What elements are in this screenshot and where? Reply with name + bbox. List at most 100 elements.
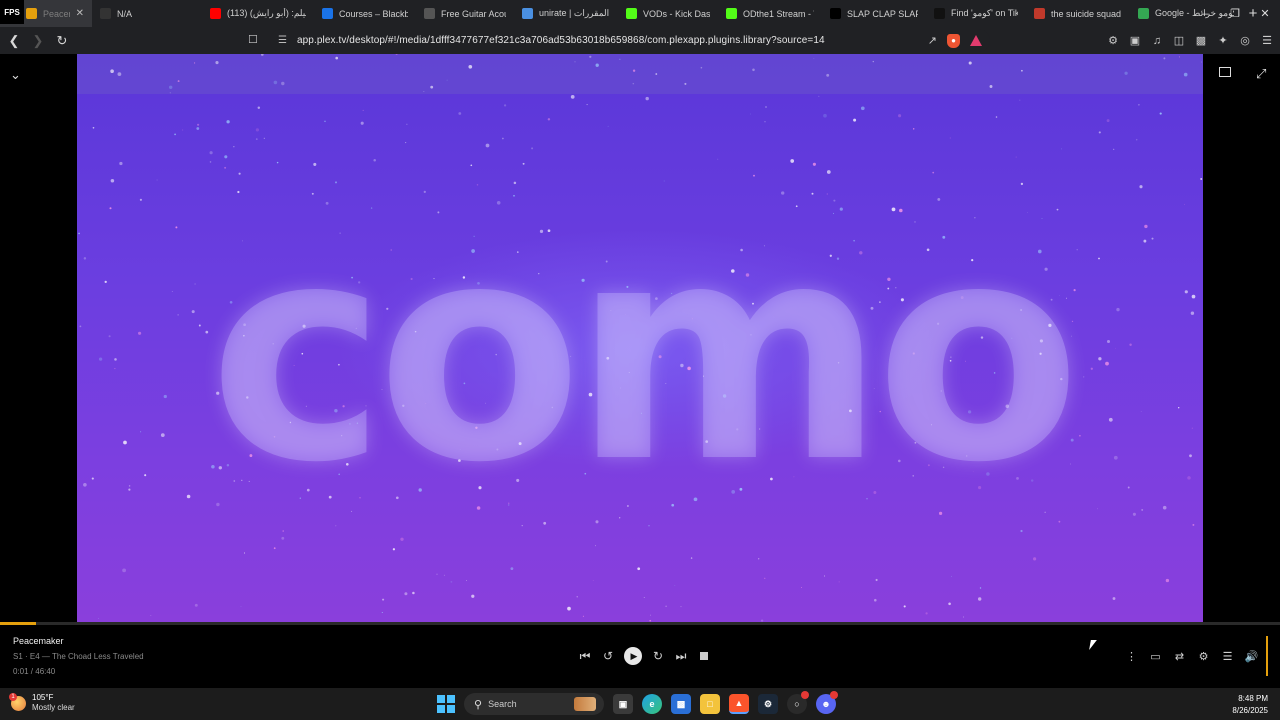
steam-icon[interactable]: ⚙ — [758, 694, 778, 714]
close-window-icon[interactable]: ✕ — [1250, 0, 1280, 27]
weather-widget[interactable]: 1 105°F Mostly clear — [9, 692, 75, 713]
back-icon[interactable]: ❮ — [4, 31, 24, 51]
tab-4[interactable]: Free Guitar Acoustic — [416, 0, 514, 27]
address-bar[interactable]: ☰ app.plex.tv/desktop/#!/media/1dfff3477… — [270, 29, 990, 52]
task-view-icon[interactable]: ▣ — [613, 694, 633, 714]
play-icon[interactable]: ▶ — [624, 647, 642, 665]
particle — [680, 606, 682, 608]
pip-icon[interactable] — [1219, 67, 1231, 77]
wallet-icon[interactable]: ▩ — [1194, 34, 1208, 48]
particle — [196, 127, 200, 130]
close-tab-icon[interactable]: ✕ — [76, 8, 84, 19]
tab-2[interactable]: (113) فيلم: (أبو رايش) — [202, 0, 314, 27]
media-icon[interactable]: ♫ — [1150, 34, 1164, 48]
reload-icon[interactable]: ↻ — [52, 31, 72, 51]
tab-6[interactable]: VODs - Kick Dashboard — [618, 0, 718, 27]
start-icon[interactable] — [437, 695, 455, 713]
particle — [522, 162, 525, 165]
particle — [1138, 103, 1140, 106]
bookmark-icon[interactable]: ☐ — [248, 33, 258, 46]
previous-icon[interactable]: ⏮ — [578, 649, 592, 663]
search-icon: ⚲ — [474, 698, 483, 711]
edge-icon[interactable]: e — [642, 694, 662, 714]
blackboard-icon — [322, 8, 333, 19]
leo-ai-icon[interactable]: ✦ — [1216, 34, 1230, 48]
progress-bar[interactable] — [0, 622, 1280, 625]
extensions-icon[interactable]: ⚙ — [1106, 34, 1120, 48]
tab-10[interactable]: the suicide squad b — [1026, 0, 1130, 27]
particle — [261, 54, 264, 56]
sidebar-icon[interactable]: ◫ — [1172, 34, 1186, 48]
forward-icon[interactable]: ❯ — [28, 31, 48, 51]
window-controls: – ❐ ✕ — [1190, 0, 1280, 27]
site-settings-icon[interactable]: ☰ — [278, 35, 287, 46]
menu-icon[interactable]: ☰ — [1260, 34, 1274, 48]
tab-title: Find 'كومو' on TikTok — [951, 8, 1018, 18]
playlist-icon[interactable]: ☰ — [1221, 650, 1234, 663]
particle — [595, 63, 599, 67]
discord-icon[interactable]: ☻ — [816, 691, 838, 714]
replay-10-icon[interactable]: ↺ — [601, 649, 615, 663]
forward-30-icon[interactable]: ↻ — [651, 649, 665, 663]
particle — [224, 166, 227, 169]
taskbar-search[interactable]: ⚲ Search — [464, 693, 604, 715]
particle — [98, 618, 99, 619]
stop-icon[interactable] — [697, 649, 711, 663]
particle — [117, 72, 122, 76]
brave-shield-icon[interactable]: ● — [947, 33, 960, 48]
app-icon[interactable]: ○ — [787, 691, 809, 714]
particle — [1141, 508, 1144, 511]
store-icon[interactable]: ▩ — [671, 694, 691, 714]
playback-time: 0:01 / 46:40 — [13, 667, 56, 676]
tab-title: VODs - Kick Dashboard — [643, 8, 710, 19]
more-options-icon[interactable]: ⋮ — [1125, 650, 1138, 663]
system-clock[interactable]: 8:48 PM 8/26/2025 — [1232, 693, 1268, 717]
particle — [182, 129, 184, 131]
particle — [273, 547, 276, 550]
particle — [655, 73, 658, 75]
volume-icon[interactable]: 🔊 — [1245, 650, 1259, 663]
shuffle-icon[interactable]: ⇄ — [1173, 650, 1186, 663]
tab-title: N/A — [117, 8, 133, 19]
particle — [392, 548, 396, 551]
particle — [194, 603, 198, 607]
episode-title[interactable]: S1 · E4 — The Choad Less Traveled — [13, 652, 144, 661]
tab-1[interactable]: N/A — [92, 0, 202, 27]
particle — [1139, 185, 1143, 189]
url-text[interactable]: app.plex.tv/desktop/#!/media/1dfff347767… — [297, 35, 825, 46]
screenshot-icon[interactable]: ▣ — [1128, 34, 1142, 48]
particle — [406, 123, 408, 125]
show-title[interactable]: Peacemaker — [13, 636, 144, 646]
particle — [1132, 512, 1136, 516]
particle — [903, 605, 906, 608]
cast-icon[interactable]: ▭ — [1149, 650, 1162, 663]
particle — [823, 113, 827, 118]
video-frame[interactable]: como — [77, 54, 1203, 622]
particle — [586, 104, 588, 106]
particle — [156, 179, 158, 181]
file-explorer-icon[interactable]: □ — [700, 694, 720, 714]
tab-5[interactable]: unirate | المقررات — [514, 0, 618, 27]
vpn-icon[interactable]: ◎ — [1238, 34, 1252, 48]
brave-rewards-icon[interactable] — [970, 35, 982, 46]
tab-7[interactable]: ODthe1 Stream - W — [718, 0, 822, 27]
particle — [826, 73, 830, 77]
tab-3[interactable]: Courses – Blackboard — [314, 0, 416, 27]
restore-icon[interactable]: ❐ — [1220, 0, 1250, 27]
particle — [826, 170, 831, 174]
fullscreen-icon[interactable]: ⤢ — [1256, 66, 1266, 82]
tab-8[interactable]: SLAP CLAP SLAP SL — [822, 0, 926, 27]
particle — [801, 586, 802, 588]
chevron-down-icon[interactable]: ⌄ — [10, 67, 21, 83]
minimize-icon[interactable]: – — [1190, 0, 1220, 27]
tab-title: Free Guitar Acoustic — [441, 8, 506, 19]
particle — [238, 172, 241, 175]
next-icon[interactable]: ⏭ — [674, 649, 688, 663]
tab-9[interactable]: Find 'كومو' on TikTok — [926, 0, 1026, 27]
share-icon[interactable]: ↗ — [928, 34, 937, 47]
particle — [405, 142, 407, 144]
particle — [1112, 597, 1116, 600]
settings-sliders-icon[interactable]: ⚙ — [1197, 650, 1210, 663]
volume-level[interactable] — [1266, 636, 1268, 676]
brave-icon[interactable]: ▲ — [729, 694, 749, 714]
